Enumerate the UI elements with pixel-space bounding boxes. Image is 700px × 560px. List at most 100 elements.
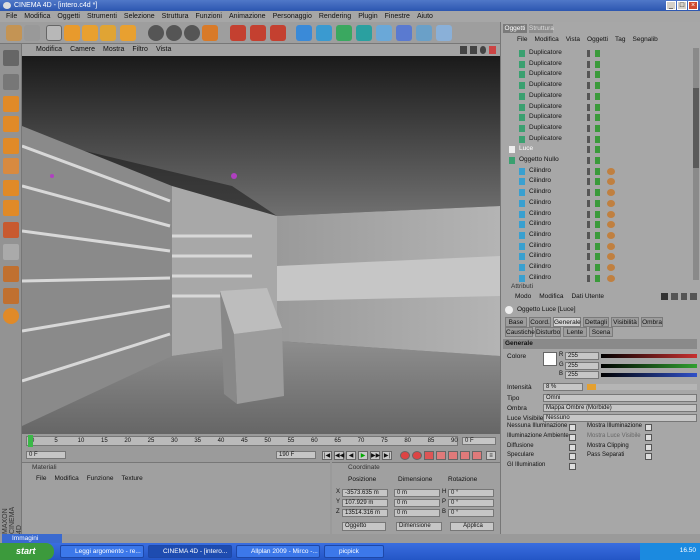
channel-slider[interactable] [601, 354, 697, 358]
enable-check-icon[interactable] [595, 167, 600, 175]
deformer-icon[interactable] [376, 25, 392, 41]
visibility-dots[interactable] [587, 274, 590, 282]
visibility-dots[interactable] [587, 71, 590, 79]
attribute-menu-item[interactable]: Modifica [539, 293, 563, 300]
nurbs-icon[interactable] [336, 25, 352, 41]
visibility-dots[interactable] [587, 264, 590, 271]
apply-button[interactable]: Applica [450, 522, 494, 531]
visibility-dots[interactable] [587, 124, 590, 132]
enable-check-icon[interactable] [595, 178, 600, 186]
taskbar-task[interactable]: CINEMA 4D - [intero... [148, 545, 232, 558]
immagini-label[interactable]: Immagini [2, 534, 62, 543]
phong-tag-icon[interactable] [607, 253, 615, 261]
checkbox[interactable] [569, 453, 576, 461]
last-tool-icon[interactable] [120, 25, 136, 41]
coord-rotation-field[interactable]: 0 ° [448, 499, 494, 507]
visibility-dots[interactable] [587, 178, 590, 186]
enable-check-icon[interactable] [595, 114, 600, 122]
material-tab[interactable]: Materiali [32, 464, 57, 471]
taskbar-task[interactable]: Leggi argomento - re... [60, 545, 144, 558]
visibility-dots[interactable] [587, 231, 590, 239]
visibility-dots[interactable] [587, 210, 590, 218]
key-param-button[interactable] [472, 451, 482, 460]
checkbox[interactable] [645, 453, 652, 461]
color-swatch[interactable] [543, 352, 557, 366]
object-menu-item[interactable]: Oggetti [587, 36, 608, 43]
viewport-menu-item[interactable]: Vista [156, 44, 171, 56]
attr-tab[interactable]: Scena [589, 327, 613, 337]
attributes-tab[interactable]: Attributi [511, 283, 533, 290]
object-row[interactable]: Cilindro [501, 230, 691, 241]
visibility-dots[interactable] [587, 60, 590, 68]
live-select-icon[interactable] [46, 25, 62, 41]
attr-tab[interactable]: Generale [553, 317, 581, 327]
pan-icon[interactable] [460, 46, 467, 54]
object-row[interactable]: Oggetto Nullo [501, 155, 691, 166]
visibility-dots[interactable] [587, 242, 590, 250]
maximize-button[interactable]: □ [677, 1, 687, 10]
object-row[interactable]: Duplicatore [501, 69, 691, 80]
visible-light-dropdown[interactable]: Nessuno [543, 414, 697, 422]
cube-icon[interactable] [296, 25, 312, 41]
coord-mode-dropdown[interactable]: Oggetto [342, 522, 386, 531]
y-axis-icon[interactable] [166, 25, 182, 41]
enable-check-icon[interactable] [595, 146, 600, 154]
current-frame-field[interactable]: 0 F [462, 437, 496, 445]
object-row[interactable]: Duplicatore [501, 59, 691, 70]
prev-key-button[interactable]: ◀◀ [334, 451, 344, 460]
object-row[interactable]: Duplicatore [501, 48, 691, 59]
channel-field[interactable]: 255 [565, 352, 599, 360]
visibility-dots[interactable] [587, 189, 590, 197]
enable-check-icon[interactable] [595, 103, 600, 111]
menu-item[interactable]: Struttura [162, 11, 189, 22]
object-menu-item[interactable]: Segnalib [633, 36, 658, 43]
channel-field[interactable]: 255 [565, 361, 599, 370]
render-picture-viewer-icon[interactable] [250, 25, 266, 41]
zoom-icon[interactable] [469, 46, 477, 54]
scale-icon[interactable] [82, 25, 98, 41]
timeline-playhead[interactable] [28, 435, 33, 447]
play-button[interactable]: ▶ [358, 451, 368, 460]
model-mode-icon[interactable] [3, 74, 19, 90]
up-icon[interactable] [670, 293, 678, 300]
menu-item[interactable]: Finestre [385, 11, 410, 22]
go-end-button[interactable]: ▶| [382, 451, 392, 460]
menu-item[interactable]: Aiuto [417, 11, 433, 22]
visibility-dots[interactable] [587, 146, 590, 154]
phong-tag-icon[interactable] [607, 264, 615, 271]
attr-tab[interactable]: Dettagli [583, 317, 609, 327]
object-mode-icon[interactable] [3, 96, 19, 112]
key-pos-button[interactable] [436, 451, 446, 460]
attr-tab[interactable]: Base [505, 317, 527, 327]
timeline-ruler[interactable]: 051015202530354045505560657075808590 [26, 436, 458, 446]
render-settings-icon[interactable] [270, 25, 286, 41]
phong-tag-icon[interactable] [607, 178, 615, 186]
close-button[interactable]: × [688, 1, 698, 10]
key-rot-button[interactable] [460, 451, 470, 460]
channel-field[interactable]: 255 [565, 371, 599, 379]
enable-check-icon[interactable] [595, 82, 600, 90]
texture-mode-icon[interactable] [3, 138, 19, 154]
visibility-dots[interactable] [587, 103, 590, 111]
paint-icon[interactable] [3, 288, 19, 304]
phong-tag-icon[interactable] [607, 189, 615, 197]
coord-rotation-field[interactable]: 0 ° [448, 489, 494, 497]
object-menu-item[interactable]: Tag [615, 36, 625, 43]
checkbox[interactable] [569, 443, 576, 451]
next-key-button[interactable]: ▶▶ [370, 451, 380, 460]
polygons-mode-icon[interactable] [3, 200, 19, 216]
coord-rotation-field[interactable]: 0 ° [448, 509, 494, 517]
checkbox[interactable] [645, 443, 652, 451]
attr-tab[interactable]: Coord. [529, 317, 551, 327]
back-icon[interactable] [661, 293, 668, 300]
maximize-view-icon[interactable] [489, 46, 496, 54]
z-axis-icon[interactable] [184, 25, 200, 41]
enable-check-icon[interactable] [595, 189, 600, 197]
x-axis-icon[interactable] [148, 25, 164, 41]
spline-icon[interactable] [316, 25, 332, 41]
new-panel-icon[interactable] [690, 293, 697, 300]
intensity-slider[interactable] [587, 384, 697, 390]
menu-item[interactable]: Modifica [24, 11, 50, 22]
enable-check-icon[interactable] [595, 253, 600, 261]
structure-tab[interactable]: Struttura [529, 24, 554, 33]
